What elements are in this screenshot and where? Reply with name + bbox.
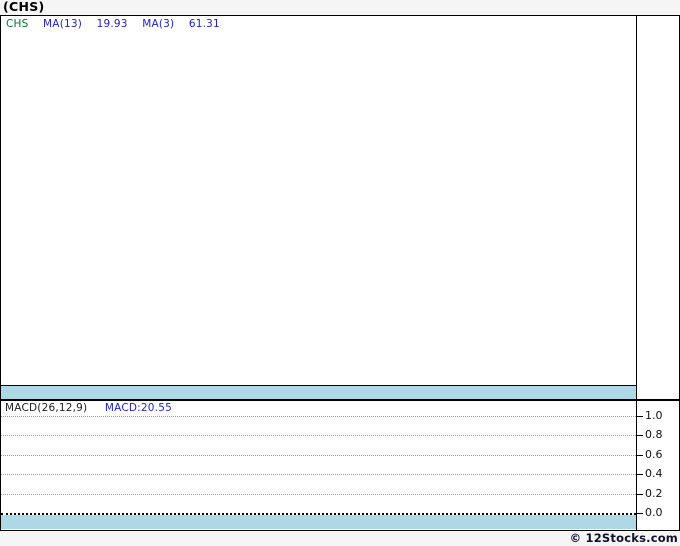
y-tick xyxy=(636,513,643,514)
legend-ma1-label: MA(13) xyxy=(43,18,82,30)
y-tick xyxy=(636,474,643,475)
legend-ma2-label: MA(3) xyxy=(142,18,174,30)
chart-container: CHS MA(13) 19.93 MA(3) 61.31 MACD(26,12,… xyxy=(0,15,680,531)
panel-separator-line xyxy=(1,399,679,401)
page-title: (CHS) xyxy=(3,0,45,14)
legend-ma2-value: 61.31 xyxy=(189,18,220,30)
y-tick-label: 0.8 xyxy=(645,429,663,441)
macd-gridline-1.0 xyxy=(1,416,636,417)
y-tick-label: 0.2 xyxy=(645,488,663,500)
y-tick xyxy=(636,435,643,436)
legend-symbol: CHS xyxy=(6,18,29,30)
y-tick xyxy=(636,416,643,417)
y-tick-label: 0.0 xyxy=(645,507,663,519)
macd-indicator-label: MACD(26,12,9) xyxy=(5,402,87,414)
macd-gridline-0.4 xyxy=(1,474,636,475)
price-legend: CHS MA(13) 19.93 MA(3) 61.31 xyxy=(6,18,231,30)
macd-gridline-0.6 xyxy=(1,455,636,456)
legend-ma1-value: 19.93 xyxy=(97,18,128,30)
y-tick xyxy=(636,455,643,456)
price-panel-highlight-band xyxy=(1,386,636,399)
stock-chart-page: (CHS) CHS MA(13) 19.93 MA(3) 61.31 MACD(… xyxy=(0,0,680,546)
y-tick-label: 0.4 xyxy=(645,468,663,480)
macd-legend: MACD(26,12,9) MACD:20.55 xyxy=(5,402,172,414)
copyright-link[interactable]: © 12Stocks.com xyxy=(570,531,678,545)
y-tick-label: 1.0 xyxy=(645,410,663,422)
macd-gridline-0.8 xyxy=(1,435,636,436)
macd-gridline-0.2 xyxy=(1,494,636,495)
y-axis-line xyxy=(636,16,637,530)
y-tick xyxy=(636,494,643,495)
macd-panel-highlight-band xyxy=(1,515,636,529)
macd-indicator-value: MACD:20.55 xyxy=(105,402,172,414)
y-tick-label: 0.6 xyxy=(645,449,663,461)
chart-plot-area: CHS MA(13) 19.93 MA(3) 61.31 MACD(26,12,… xyxy=(1,16,679,530)
